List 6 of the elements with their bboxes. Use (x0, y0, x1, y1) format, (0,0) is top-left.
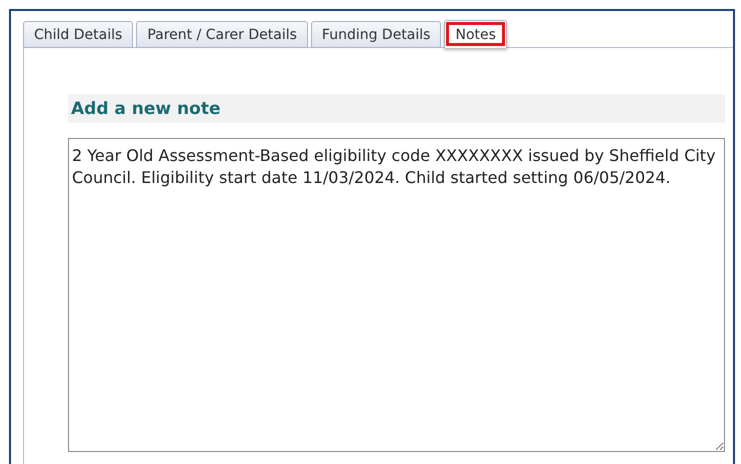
section-title: Add a new note (71, 98, 220, 118)
note-field[interactable]: 2 Year Old Assessment-Based eligibility code XXXXXXXX issued by Sheffield City Council. Eligibility start date 11/03/2024. Child started setting 06/05/2024. (68, 138, 725, 452)
tab[interactable]: Funding Details (310, 21, 442, 48)
tab[interactable]: Parent / Carer Details (136, 21, 308, 48)
tab[interactable]: Notes (444, 20, 507, 48)
tab[interactable]: Child Details (23, 21, 134, 48)
